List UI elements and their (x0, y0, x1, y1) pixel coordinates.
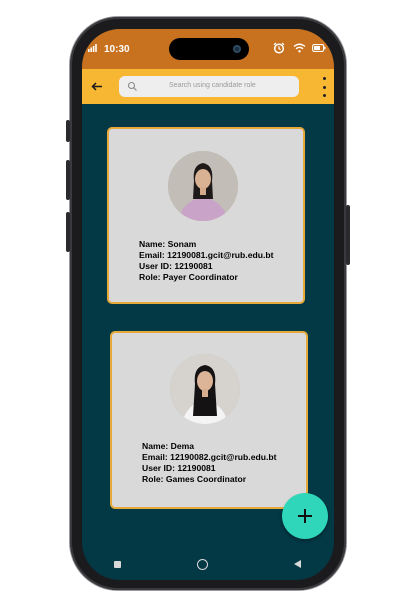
camera-icon (233, 45, 241, 53)
candidate-info: Name: Dema Email: 12190082.gcit@rub.edu.… (142, 441, 276, 485)
recent-apps-icon[interactable] (114, 561, 121, 568)
home-icon[interactable] (197, 559, 208, 570)
wifi-icon (292, 42, 306, 54)
candidate-name: Name: Dema (142, 441, 195, 451)
status-bar: 10:30 (82, 29, 334, 69)
candidate-card[interactable]: Name: Sonam Email: 12190081.gcit@rub.edu… (107, 127, 305, 304)
candidate-name: Name: Sonam (139, 239, 197, 249)
candidate-card[interactable]: Name: Dema Email: 12190082.gcit@rub.edu.… (110, 331, 308, 509)
alarm-icon (272, 42, 286, 54)
status-time: 10:30 (104, 44, 130, 55)
more-vert-icon[interactable] (320, 77, 328, 97)
candidate-info: Name: Sonam Email: 12190081.gcit@rub.edu… (139, 239, 273, 283)
phone-side-button (346, 205, 350, 265)
system-nav-bar (82, 551, 334, 580)
dynamic-island (169, 38, 249, 60)
avatar (170, 354, 240, 424)
nav-back-icon[interactable] (294, 560, 301, 568)
candidate-email: Email: 12190081.gcit@rub.edu.bt (139, 250, 274, 260)
candidate-user-id: User ID: 12190081 (139, 261, 213, 271)
app-bar: Search using candidate role (82, 69, 334, 104)
phone-side-button (66, 120, 70, 142)
add-button[interactable] (282, 493, 328, 539)
candidate-role: Role: Payer Coordinator (139, 272, 238, 282)
candidate-role: Role: Games Coordinator (142, 474, 247, 484)
search-input[interactable]: Search using candidate role (119, 76, 299, 97)
candidate-user-id: User ID: 12190081 (142, 463, 216, 473)
phone-side-button (66, 212, 70, 252)
back-arrow-icon[interactable] (87, 76, 107, 96)
search-placeholder: Search using candidate role (169, 82, 256, 89)
phone-side-button (66, 160, 70, 200)
app-screen: 10:30 Search using candidate role Name: … (82, 29, 334, 580)
status-icons (272, 42, 326, 54)
add-icon (298, 509, 312, 523)
signal-icon (88, 44, 97, 52)
candidate-email: Email: 12190082.gcit@rub.edu.bt (142, 452, 277, 462)
avatar (168, 151, 238, 221)
battery-icon (312, 42, 326, 54)
search-icon (127, 81, 137, 91)
